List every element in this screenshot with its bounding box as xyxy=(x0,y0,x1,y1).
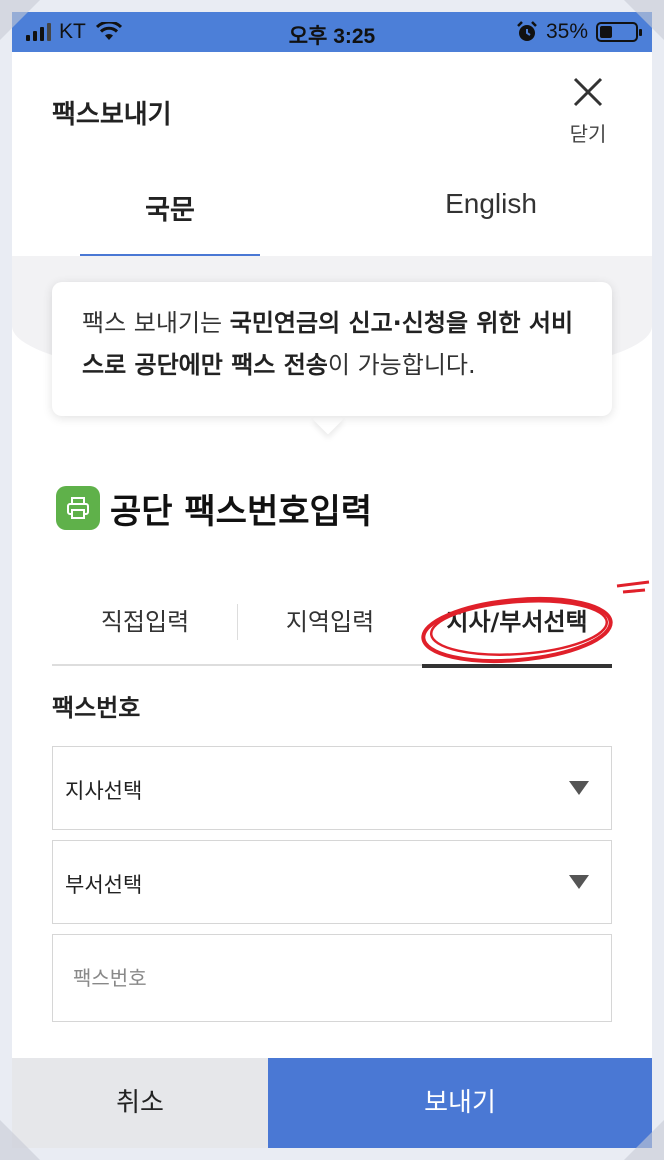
notice-card: 팩스 보내기는 국민연금의 신고·신청을 위한 서비스로 공단에만 팩스 전송이… xyxy=(52,282,612,416)
frame-corner xyxy=(624,1120,664,1160)
department-select[interactable]: 부서선택 xyxy=(52,840,612,924)
close-label: 닫기 xyxy=(569,122,607,146)
printer-icon xyxy=(56,486,100,530)
close-icon xyxy=(573,77,603,107)
cancel-button[interactable]: 취소 xyxy=(12,1058,268,1148)
fax-number-input[interactable] xyxy=(52,934,612,1022)
battery-percent: 35% xyxy=(545,20,588,43)
tab-english[interactable]: English xyxy=(376,188,606,258)
red-annotation-circle xyxy=(421,580,650,663)
status-right: 35% xyxy=(516,20,642,44)
page-title: 팩스보내기 xyxy=(52,100,172,130)
branch-select-value: 지사선택 xyxy=(65,779,143,803)
department-select-value: 부서선택 xyxy=(65,873,143,897)
language-tabs: 국문 English xyxy=(80,188,620,258)
fax-number-label: 팩스번호 xyxy=(52,694,141,722)
section-title: 공단 팩스번호입력 xyxy=(110,492,373,532)
frame-corner xyxy=(0,1120,40,1160)
tab-region-input[interactable]: 지역입력 xyxy=(238,592,422,666)
close-button[interactable]: 닫기 xyxy=(558,76,618,156)
tab-korean[interactable]: 국문 xyxy=(80,188,260,258)
notice-text: 팩스 보내기는 xyxy=(82,309,230,337)
dropdown-arrow-icon xyxy=(569,875,589,889)
send-button[interactable]: 보내기 xyxy=(268,1058,652,1148)
alarm-icon xyxy=(517,21,537,41)
frame-corner xyxy=(0,0,40,40)
branch-select[interactable]: 지사선택 xyxy=(52,746,612,830)
frame-corner xyxy=(624,0,664,40)
dropdown-arrow-icon xyxy=(569,781,589,795)
status-bar: KT 오후 3:25 35% xyxy=(12,12,652,52)
tab-direct-input[interactable]: 직접입력 xyxy=(52,592,238,666)
app-screen: KT 오후 3:25 35% 팩스보내기 닫기 국문 English 팩스 보내… xyxy=(12,12,652,1148)
notice-text-end: 이 가능합니다. xyxy=(327,351,476,379)
